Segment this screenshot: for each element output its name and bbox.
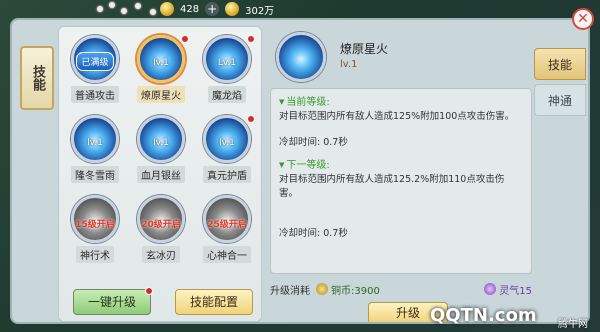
watermark-text: 腾牛网 xyxy=(558,319,588,330)
skill-name: 隆冬雪雨 xyxy=(71,166,119,183)
spirit-icon xyxy=(484,283,497,295)
skill-name: 心神合一 xyxy=(203,246,251,263)
max-level-badge: 已满级 xyxy=(76,52,114,71)
next-cooldown: 冷却时间: 0.7秒 xyxy=(279,228,348,239)
selected-skill-icon xyxy=(276,32,326,82)
selected-skill-level: lv.1 xyxy=(340,59,358,70)
unlock-level-text: 15级开启 xyxy=(75,220,115,230)
spirit-cost: 灵气15 xyxy=(499,285,532,297)
selected-skill-name: 燎原星火 xyxy=(340,42,389,56)
gold-coin-icon xyxy=(160,2,174,16)
skill-icon[interactable]: 15级开启 xyxy=(71,195,119,243)
add-currency-button[interactable]: + xyxy=(205,2,220,16)
skill-config-button[interactable]: 技能配置 xyxy=(175,289,253,315)
next-level-title: 下一等级: xyxy=(279,158,523,173)
gold-amount: 428 xyxy=(180,3,200,15)
skill-slot[interactable]: Lv.1 魔龙焰 xyxy=(197,35,257,103)
skill-icon[interactable]: 20级开启 xyxy=(137,195,185,243)
skill-level: lv.1 xyxy=(153,138,169,148)
skill-slot[interactable]: 20级开启玄冰刃 xyxy=(131,195,191,263)
notification-dot xyxy=(247,35,255,43)
skill-name: 真元护盾 xyxy=(203,166,251,183)
skill-icon[interactable]: lv.1 xyxy=(203,115,251,163)
skill-name: 血月银丝 xyxy=(137,166,185,183)
skill-slot[interactable]: lv.1 血月银丝 xyxy=(131,115,191,183)
current-level-title: 当前等级: xyxy=(279,95,523,110)
skill-level: lv.1 xyxy=(87,138,103,148)
right-tabs: 技能 神通 xyxy=(534,48,586,120)
watermark-logo: QQTN.com xyxy=(430,305,537,326)
skill-window: 技能 已满级普通攻击 lv.1 燎原星火 Lv.1 魔龙焰 lv.1 隆冬雪雨 lv.1 血月银… xyxy=(10,18,590,324)
skill-name: 神行术 xyxy=(76,246,114,263)
upgrade-all-button[interactable]: 一键升级 xyxy=(73,287,153,315)
unlock-level-text: 25级开启 xyxy=(207,220,247,230)
skill-level: lv.1 xyxy=(153,58,169,68)
skill-icon[interactable]: lv.1 xyxy=(137,35,185,83)
skill-level: Lv.1 xyxy=(217,58,237,68)
skill-slot[interactable]: 25级开启心神合一 xyxy=(197,195,257,263)
skill-name: 普通攻击 xyxy=(71,86,119,103)
skill-name: 燎原星火 xyxy=(137,86,185,103)
notification-dot xyxy=(181,35,189,43)
tab-skills[interactable]: 技能 xyxy=(534,48,586,80)
copper-coin-icon xyxy=(316,283,328,295)
current-cooldown: 冷却时间: 0.7秒 xyxy=(279,137,348,148)
skill-icon[interactable]: lv.1 xyxy=(137,115,185,163)
notification-dot xyxy=(247,115,255,123)
skill-description-box[interactable]: 当前等级: 对目标范围内所有敌人造成125%附加100点攻击伤害。 冷却时间: … xyxy=(270,88,532,274)
skill-slot[interactable]: lv.1 真元护盾 xyxy=(197,115,257,183)
skill-name: 玄冰刃 xyxy=(142,246,180,263)
skill-detail-panel: 燎原星火 lv.1 当前等级: 对目标范围内所有敌人造成125%附加100点攻击… xyxy=(268,26,534,322)
tab-divine-arts[interactable]: 神通 xyxy=(534,84,586,116)
skill-slot[interactable]: lv.1 隆冬雪雨 xyxy=(65,115,125,183)
side-tab-skills[interactable]: 技能 xyxy=(20,46,54,110)
skill-slot[interactable]: lv.1 燎原星火 xyxy=(131,35,191,103)
skill-name: 魔龙焰 xyxy=(208,86,246,103)
skill-icon[interactable]: Lv.1 xyxy=(203,35,251,83)
notification-dot xyxy=(145,287,153,295)
unlock-level-text: 20级开启 xyxy=(141,220,181,230)
next-level-desc: 对目标范围内所有敌人造成125.2%附加110点攻击伤害。 xyxy=(279,174,505,199)
skill-slot[interactable]: 15级开启神行术 xyxy=(65,195,125,263)
current-level-desc: 对目标范围内所有敌人造成125%附加100点攻击伤害。 xyxy=(279,111,515,122)
upgrade-cost-row: 升级消耗 铜币:3900 灵气15 xyxy=(270,280,532,298)
close-icon[interactable]: ✕ xyxy=(572,8,594,30)
skill-icon[interactable]: 25级开启 xyxy=(203,195,251,243)
skill-grid-panel: 已满级 普通攻击 lv.1 燎原星火 Lv.1 魔龙焰 lv.1 隆冬雪雨 lv.1 血月银丝 lv… xyxy=(58,26,262,322)
silver-coin-icon xyxy=(225,2,240,16)
skill-icon[interactable]: lv.1 xyxy=(71,115,119,163)
skill-icon[interactable]: 已满级 xyxy=(71,35,119,83)
copper-cost: 铜币:3900 xyxy=(331,285,380,297)
currency-bar: 428 + 302万 xyxy=(160,0,360,18)
silver-amount: 302万 xyxy=(245,5,275,17)
skill-slot[interactable]: 已满级 普通攻击 xyxy=(65,35,125,103)
cost-label: 升级消耗 xyxy=(270,285,310,297)
skill-level: lv.1 xyxy=(219,138,235,148)
